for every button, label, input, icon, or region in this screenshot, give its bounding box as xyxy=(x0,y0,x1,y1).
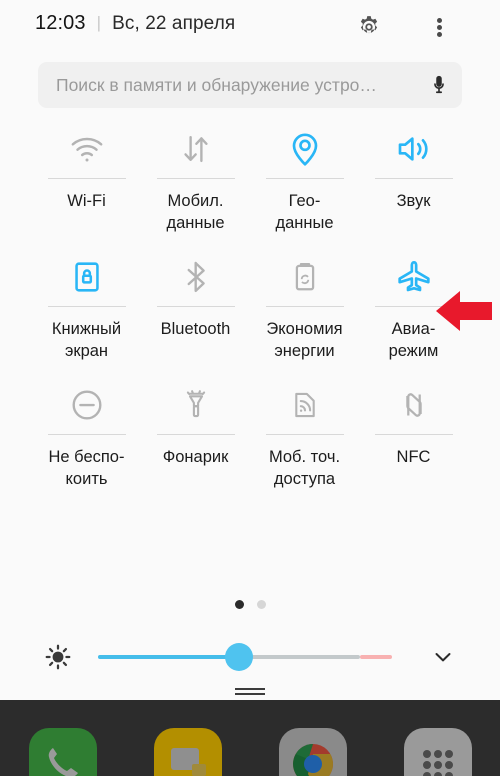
tile-label: Wi-Fi xyxy=(67,192,106,210)
brightness-row xyxy=(0,635,500,679)
slider-warning-zone xyxy=(360,655,392,659)
page-dot-inactive[interactable] xyxy=(256,600,266,609)
status-header: 12:03 | Вс, 22 апреля xyxy=(0,0,500,56)
slider-thumb[interactable] xyxy=(225,643,253,671)
tile-sound[interactable]: Звук xyxy=(359,120,468,236)
drag-handle-icon xyxy=(235,693,265,695)
sound-icon xyxy=(359,120,468,178)
mobile-hotspot-icon xyxy=(250,376,359,434)
annotation-arrow xyxy=(436,290,492,332)
tile-screen-lock-rotation[interactable]: Книжный экран xyxy=(32,248,141,364)
tile-location[interactable]: Гео- данные xyxy=(250,120,359,236)
tile-row: Не беспо- коить Фонарик Моб. точ. доступ… xyxy=(32,376,468,492)
slider-fill xyxy=(98,655,244,659)
tile-divider xyxy=(47,434,126,435)
location-pin-icon xyxy=(250,120,359,178)
overflow-menu-button[interactable] xyxy=(422,10,456,44)
brightness-slider[interactable] xyxy=(98,643,392,671)
app-drawer-icon xyxy=(403,728,472,776)
search-bar[interactable]: Поиск в памяти и обнаружение устро… xyxy=(38,62,462,108)
dock-app-chrome[interactable] xyxy=(278,728,347,776)
phone-icon xyxy=(28,728,97,776)
flashlight-icon xyxy=(141,376,250,434)
tile-label: Моб. точ. доступа xyxy=(268,448,341,488)
messages-icon xyxy=(153,728,222,776)
power-saving-icon xyxy=(250,248,359,306)
chrome-icon xyxy=(278,728,347,776)
tile-divider xyxy=(265,178,344,179)
tile-row: Книжный экран Bluetooth Экономия энергии… xyxy=(32,248,468,364)
tile-wifi[interactable]: Wi-Fi xyxy=(32,120,141,236)
voice-search-button[interactable] xyxy=(416,62,462,108)
overflow-menu-icon xyxy=(436,16,442,39)
do-not-disturb-icon xyxy=(32,376,141,434)
tile-divider xyxy=(374,434,453,435)
brightness-icon[interactable] xyxy=(42,641,74,673)
tile-divider xyxy=(265,306,344,307)
tile-power-saving[interactable]: Экономия энергии xyxy=(250,248,359,364)
nfc-icon xyxy=(359,376,468,434)
tile-mobile-data[interactable]: Мобил. данные xyxy=(141,120,250,236)
quick-settings-panel: 12:03 | Вс, 22 апреля Поиск в памяти и о… xyxy=(0,0,500,700)
tile-divider xyxy=(156,434,235,435)
panel-drag-handle[interactable] xyxy=(0,688,500,695)
home-dock xyxy=(0,700,500,776)
wifi-icon xyxy=(32,120,141,178)
tile-divider xyxy=(156,178,235,179)
screen-lock-rotation-icon xyxy=(32,248,141,306)
slider-track xyxy=(244,655,360,659)
tile-label: Книжный экран xyxy=(51,320,122,360)
brightness-sun-icon xyxy=(45,644,71,670)
tile-mobile-hotspot[interactable]: Моб. точ. доступа xyxy=(250,376,359,492)
tile-label: Bluetooth xyxy=(160,320,231,338)
tile-label: Не беспо- коить xyxy=(48,448,125,488)
chevron-down-icon xyxy=(435,653,451,662)
tile-label: Экономия энергии xyxy=(266,320,343,360)
tile-label: Авиа- режим xyxy=(388,320,439,360)
gear-icon xyxy=(360,16,378,34)
dock-app-phone[interactable] xyxy=(28,728,97,776)
tile-label: NFC xyxy=(396,448,431,466)
status-separator: | xyxy=(96,13,102,32)
tile-label: Фонарик xyxy=(162,448,229,466)
tile-divider xyxy=(156,306,235,307)
status-time: 12:03 xyxy=(35,12,86,34)
expand-button[interactable] xyxy=(428,643,458,671)
tile-label: Гео- данные xyxy=(275,192,334,232)
quick-settings-grid: Wi-Fi Мобил. данные Гео- данные Звук Кни… xyxy=(32,120,468,492)
drag-handle-icon xyxy=(235,688,265,690)
tile-divider xyxy=(374,178,453,179)
red-left-arrow-icon xyxy=(436,291,492,331)
dock-app-drawer[interactable] xyxy=(403,728,472,776)
tile-nfc[interactable]: NFC xyxy=(359,376,468,492)
microphone-icon xyxy=(434,75,444,94)
bluetooth-icon xyxy=(141,248,250,306)
tile-flashlight[interactable]: Фонарик xyxy=(141,376,250,492)
tile-divider xyxy=(47,306,126,307)
search-input[interactable]: Поиск в памяти и обнаружение устро… xyxy=(56,75,416,96)
status-date: Вс, 22 апреля xyxy=(112,13,236,34)
tile-label: Мобил. данные xyxy=(166,192,225,232)
dock-app-messages[interactable] xyxy=(153,728,222,776)
tile-row: Wi-Fi Мобил. данные Гео- данные Звук xyxy=(32,120,468,236)
tile-divider xyxy=(47,178,126,179)
tile-bluetooth[interactable]: Bluetooth xyxy=(141,248,250,364)
settings-button[interactable] xyxy=(352,10,386,44)
page-dot-active[interactable] xyxy=(234,600,244,609)
clock-date-block: 12:03 | Вс, 22 апреля xyxy=(35,12,235,35)
mobile-data-icon xyxy=(141,120,250,178)
tile-divider xyxy=(265,434,344,435)
tile-do-not-disturb[interactable]: Не беспо- коить xyxy=(32,376,141,492)
page-indicator xyxy=(0,600,500,609)
tile-label: Звук xyxy=(396,192,431,210)
